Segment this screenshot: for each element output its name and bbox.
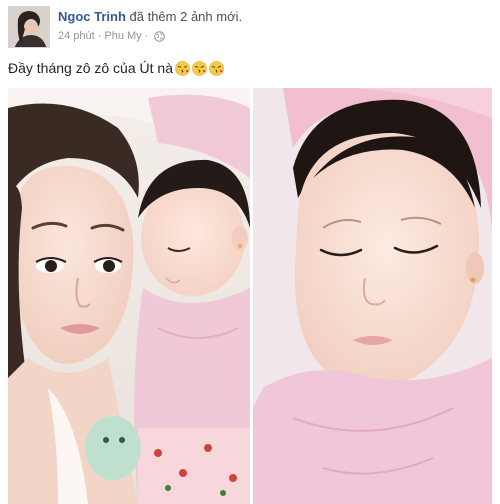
post-message: Đầy tháng zô zô của Út nà bbox=[8, 59, 224, 77]
post-photo-mother-and-baby[interactable] bbox=[8, 88, 250, 504]
facebook-post: Ngoc Trinh đã thêm 2 ảnh mới. 24 phút · … bbox=[0, 0, 500, 504]
kiss-emoji-icon bbox=[209, 60, 224, 76]
post-message-text: Đầy tháng zô zô của Út nà bbox=[8, 60, 173, 76]
post-action-text: đã thêm 2 ảnh mới. bbox=[129, 9, 243, 24]
post-location[interactable]: Phu My bbox=[104, 29, 141, 43]
author-name-link[interactable]: Ngoc Trinh bbox=[58, 9, 126, 24]
kiss-emoji-icon bbox=[192, 60, 207, 76]
post-photo-sleeping-baby[interactable] bbox=[253, 88, 492, 504]
meta-separator: · bbox=[97, 30, 102, 42]
kiss-emoji-icon bbox=[175, 60, 190, 76]
post-header: Ngoc Trinh đã thêm 2 ảnh mới. bbox=[58, 9, 242, 25]
post-timestamp[interactable]: 24 phút bbox=[58, 29, 95, 43]
meta-separator: · bbox=[144, 30, 149, 42]
author-avatar[interactable] bbox=[8, 6, 50, 48]
globe-icon[interactable] bbox=[154, 30, 166, 42]
post-meta: 24 phút · Phu My · bbox=[58, 29, 166, 43]
